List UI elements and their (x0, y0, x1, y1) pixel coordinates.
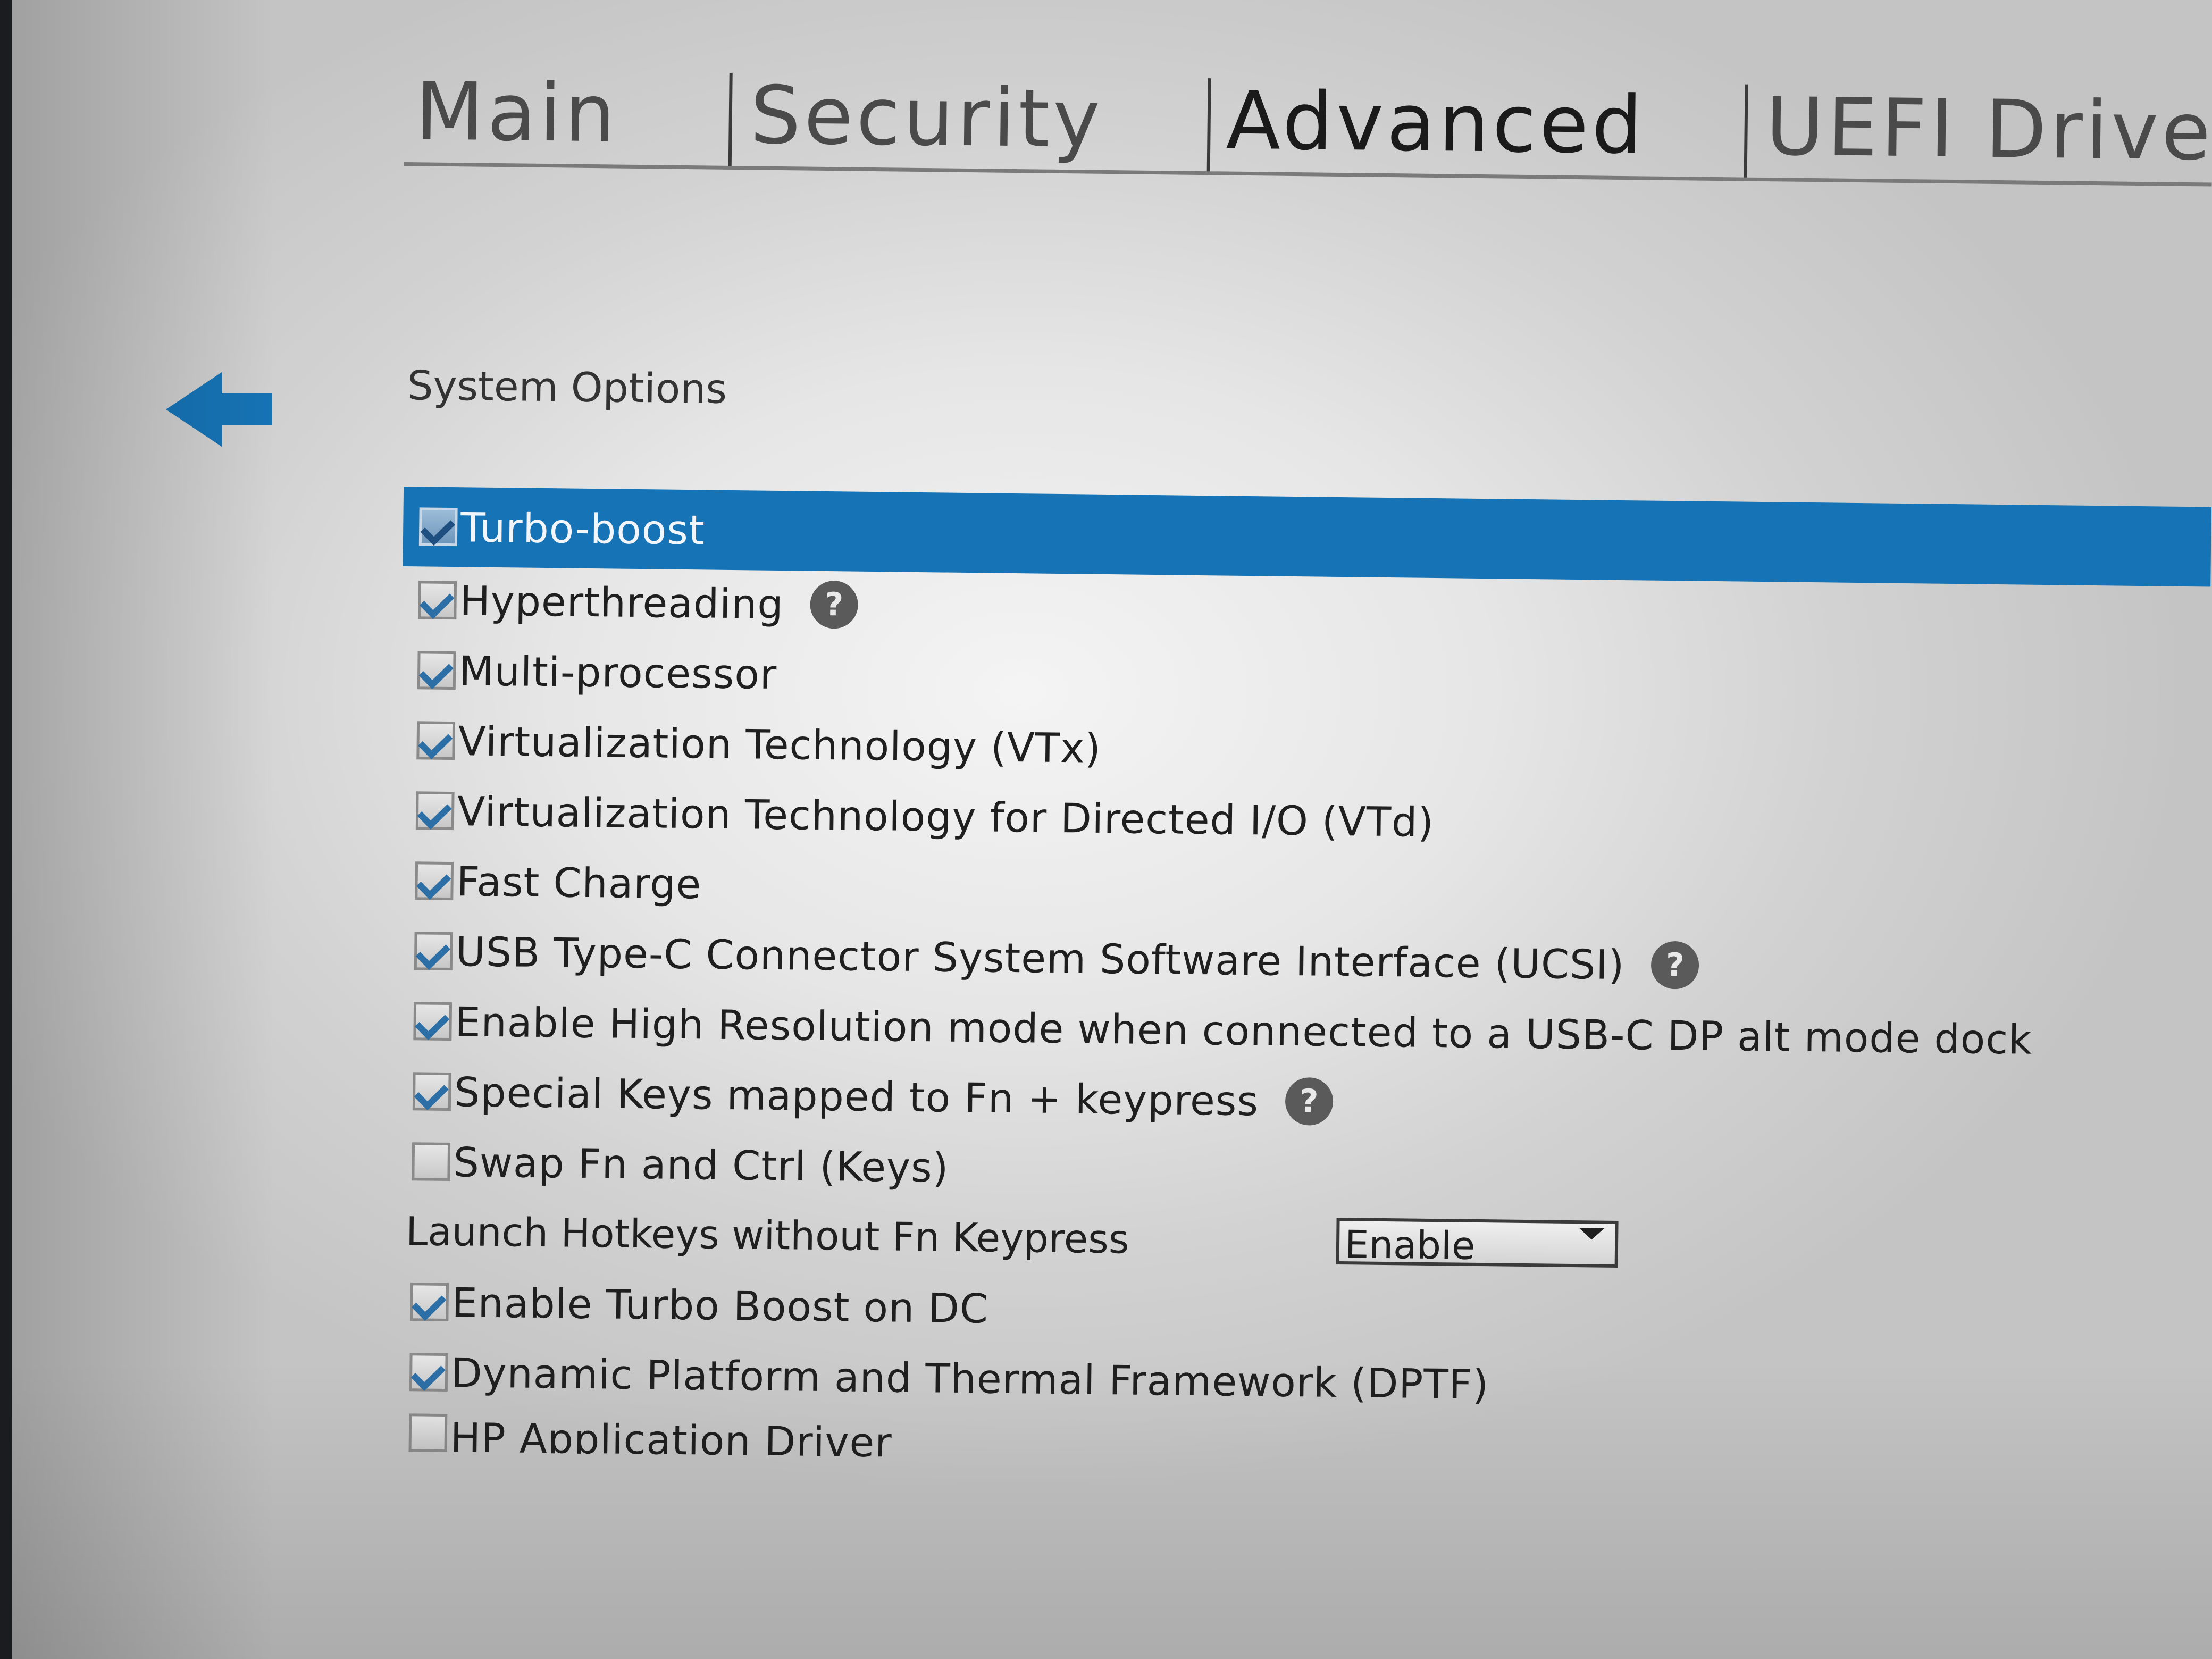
checkbox[interactable] (412, 1072, 451, 1111)
option-label: Hyperthreading (459, 576, 784, 628)
bios-screen: Main Security Advanced UEFI Drivers Syst… (12, 0, 2212, 1659)
back-arrow-icon[interactable] (166, 372, 278, 447)
option-label: Multi-processor (458, 647, 777, 698)
option-label: Virtualization Technology for Directed I… (457, 787, 1435, 846)
select-value: Enable (1344, 1222, 1476, 1268)
help-icon[interactable]: ? (1650, 941, 1699, 990)
checkbox[interactable] (415, 791, 455, 831)
checkbox[interactable] (410, 1283, 449, 1322)
option-label: Enable Turbo Boost on DC (451, 1278, 989, 1333)
help-icon[interactable]: ? (1285, 1077, 1334, 1126)
tab-uefi-drivers[interactable]: UEFI Drivers (1765, 74, 2212, 186)
tab-bar: Main Security Advanced UEFI Drivers (404, 58, 2212, 202)
checkbox[interactable] (409, 1353, 448, 1392)
option-label: Special Keys mapped to Fn + keypress (454, 1068, 1259, 1125)
checkbox[interactable] (418, 507, 458, 547)
checkbox[interactable] (417, 651, 456, 690)
checkbox[interactable] (408, 1413, 448, 1453)
tab-separator (1744, 84, 1748, 180)
checkbox[interactable] (412, 1142, 451, 1182)
option-label: Swap Fn and Ctrl (Keys) (453, 1138, 949, 1192)
chevron-down-icon (1579, 1228, 1605, 1240)
launch-hotkeys-label: Launch Hotkeys without Fn Keypress (405, 1209, 1129, 1263)
tab-separator (728, 72, 733, 169)
option-label: Virtualization Technology (VTx) (458, 717, 1102, 772)
checkbox[interactable] (416, 721, 456, 760)
option-label: Enable High Resolution mode when connect… (455, 998, 2033, 1063)
checkbox[interactable] (418, 581, 457, 620)
tab-security[interactable]: Security (750, 62, 1104, 173)
checkbox[interactable] (414, 932, 453, 971)
system-options-panel: System Options Turbo-boost Hyperthreadin… (403, 351, 2212, 1467)
option-label: Turbo-boost (460, 503, 706, 554)
tab-main[interactable]: Main (415, 58, 619, 167)
tab-separator (1206, 78, 1211, 174)
checkbox[interactable] (413, 1002, 453, 1041)
option-label: Fast Charge (456, 857, 702, 908)
launch-hotkeys-select[interactable]: Enable (1336, 1217, 1619, 1268)
option-label: HP Application Driver (450, 1414, 893, 1467)
section-title: System Options (407, 362, 727, 413)
tab-advanced[interactable]: Advanced (1226, 68, 1646, 179)
help-icon[interactable]: ? (810, 580, 859, 629)
option-label: USB Type-C Connector System Software Int… (455, 927, 1625, 988)
checkbox[interactable] (415, 861, 454, 901)
option-label: Dynamic Platform and Thermal Framework (… (450, 1348, 1489, 1408)
